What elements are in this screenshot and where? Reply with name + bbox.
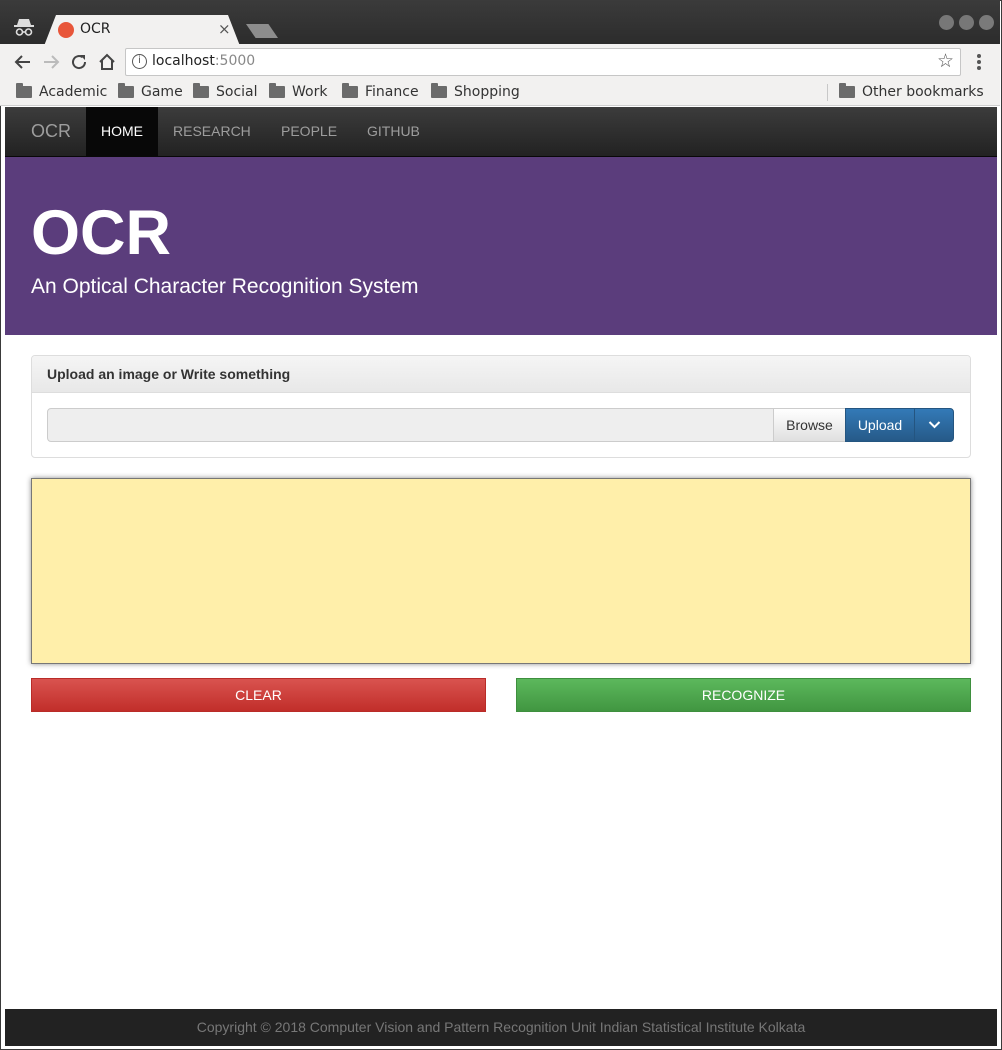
file-path-input[interactable] — [47, 408, 774, 442]
url-port: :5000 — [214, 53, 256, 69]
bookmark-label: Finance — [365, 84, 419, 100]
browse-button[interactable]: Browse — [773, 408, 846, 442]
hero-subtitle: An Optical Character Recognition System — [31, 275, 419, 298]
browser-menu-icon[interactable] — [976, 52, 982, 72]
copyright-text: Copyright © 2018 Computer Vision and Pat… — [196, 1019, 806, 1035]
folder-icon — [342, 83, 358, 98]
url-host: localhost — [152, 53, 215, 69]
bookmark-star-icon[interactable]: ☆ — [937, 50, 954, 72]
bookmark-label: Social — [216, 84, 258, 100]
code-favicon-icon — [58, 22, 74, 38]
folder-icon — [118, 83, 134, 98]
bookmark-label: Other bookmarks — [862, 84, 984, 100]
folder-icon — [839, 83, 855, 98]
nav-research[interactable]: RESEARCH — [158, 107, 266, 156]
bookmark-other[interactable]: Other bookmarks — [839, 82, 984, 102]
maximize-button[interactable] — [959, 15, 974, 30]
reload-icon[interactable] — [69, 52, 89, 72]
folder-icon — [431, 83, 447, 98]
bookmark-social[interactable]: Social — [193, 82, 258, 102]
bookmark-label: Academic — [39, 84, 108, 100]
nav-home[interactable]: HOME — [86, 107, 158, 156]
hero-title: OCR — [31, 198, 171, 268]
close-window-button[interactable] — [979, 15, 994, 30]
tab-title: OCR — [80, 21, 111, 37]
bookmark-academic[interactable]: Academic — [16, 82, 107, 102]
chevron-down-icon — [928, 421, 941, 429]
drawing-canvas[interactable] — [31, 478, 971, 664]
navbar-brand[interactable]: OCR — [31, 121, 71, 142]
nav-github[interactable]: GITHUB — [352, 107, 435, 156]
clear-button[interactable]: CLEAR — [31, 678, 486, 712]
forward-arrow-icon[interactable] — [41, 52, 61, 72]
incognito-icon — [14, 19, 34, 36]
recognize-button[interactable]: RECOGNIZE — [516, 678, 971, 712]
bookmark-game[interactable]: Game — [118, 82, 183, 102]
url-text[interactable]: localhost:5000 — [152, 53, 255, 69]
nav-people[interactable]: PEOPLE — [266, 107, 352, 156]
bookmark-label: Work — [292, 84, 328, 100]
upload-button[interactable]: Upload — [845, 408, 915, 442]
info-icon[interactable]: i — [132, 54, 147, 69]
bookmarks-divider — [827, 84, 828, 101]
home-icon[interactable] — [97, 52, 117, 72]
bookmark-finance[interactable]: Finance — [342, 82, 419, 102]
upload-panel-title: Upload an image or Write something — [47, 366, 291, 382]
folder-icon — [193, 83, 209, 98]
bookmark-label: Shopping — [454, 84, 520, 100]
folder-icon — [16, 83, 32, 98]
upload-options-button[interactable] — [914, 408, 954, 442]
bookmark-work[interactable]: Work — [269, 82, 327, 102]
tab-close-icon[interactable]: × — [218, 20, 231, 38]
folder-icon — [269, 83, 285, 98]
back-arrow-icon[interactable] — [13, 52, 33, 72]
minimize-button[interactable] — [939, 15, 954, 30]
bookmark-shopping[interactable]: Shopping — [431, 82, 520, 102]
bookmark-label: Game — [141, 84, 183, 100]
